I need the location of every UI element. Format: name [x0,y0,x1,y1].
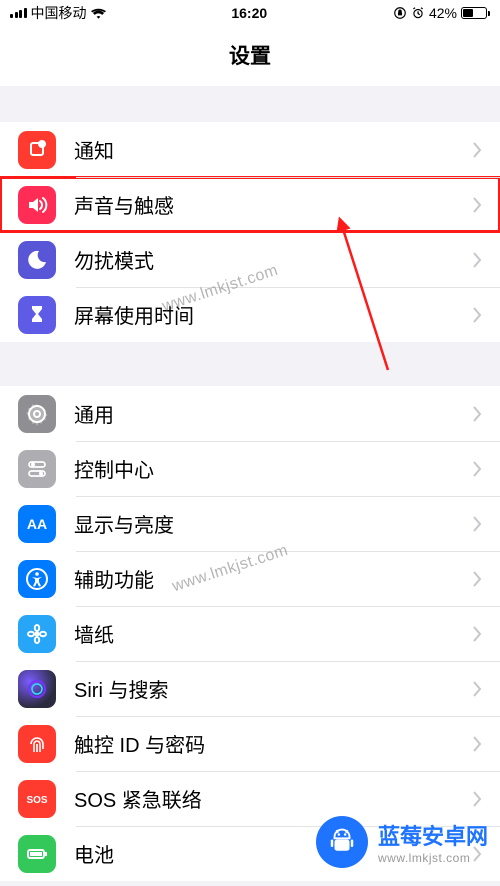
settings-row-screentime[interactable]: 屏幕使用时间 [0,287,500,342]
chevron-right-icon [472,461,482,477]
status-left: 中国移动 [10,3,106,23]
section-gap [0,86,500,122]
bell-icon [18,131,56,169]
row-label: 声音与触感 [74,190,472,219]
settings-row-accessibility[interactable]: 辅助功能 [0,551,500,606]
chevron-right-icon [472,681,482,697]
hourglass-icon [18,296,56,334]
moon-icon [18,241,56,279]
chevron-right-icon [472,516,482,532]
chevron-right-icon [472,736,482,752]
row-label: 显示与亮度 [74,509,472,538]
settings-row-wallpaper[interactable]: 墙纸 [0,606,500,661]
settings-row-dnd[interactable]: 勿扰模式 [0,232,500,287]
row-label: 触控 ID 与密码 [74,729,472,758]
chevron-right-icon [472,307,482,323]
row-label: SOS 紧急联络 [74,784,472,813]
wifi-icon [91,7,106,19]
gear-icon [18,395,56,433]
settings-row-notifications[interactable]: 通知 [0,122,500,177]
chevron-right-icon [472,406,482,422]
section-gap [0,342,500,386]
settings-row-sounds[interactable]: 声音与触感 [0,177,500,232]
battery-percent: 42% [429,5,457,21]
chevron-right-icon [472,197,482,213]
row-label: 通用 [74,399,472,428]
settings-row-siri[interactable]: Siri 与搜索 [0,661,500,716]
battery-icon [18,835,56,873]
switches-icon [18,450,56,488]
accessibility-icon [18,560,56,598]
battery-icon [461,7,490,19]
row-label: 控制中心 [74,454,472,483]
row-label: 通知 [74,135,472,164]
flower-icon [18,615,56,653]
page-title: 设置 [0,26,500,86]
site-logo-icon [316,816,368,868]
settings-row-display[interactable]: AA 显示与亮度 [0,496,500,551]
site-badge-sub: www.lmkjst.com [378,851,488,865]
chevron-right-icon [472,791,482,807]
settings-row-touchid[interactable]: 触控 ID 与密码 [0,716,500,771]
fingerprint-icon [18,725,56,763]
alarm-icon [411,6,425,20]
signal-icon [10,8,27,18]
settings-group-2: 通用 控制中心 AA 显示与亮度 辅助功能 墙纸 Siri 与搜索 [0,386,500,881]
speaker-icon [18,186,56,224]
siri-icon [18,670,56,708]
site-badge: 蓝莓安卓网 www.lmkjst.com [316,816,488,868]
status-bar: 中国移动 16:20 42% [0,0,500,26]
site-badge-title: 蓝莓安卓网 [378,819,488,851]
row-label: 屏幕使用时间 [74,300,472,329]
chevron-right-icon [472,142,482,158]
orientation-lock-icon [393,6,407,20]
row-label: Siri 与搜索 [74,674,472,703]
svg-text:AA: AA [27,516,47,532]
chevron-right-icon [472,252,482,268]
row-label: 勿扰模式 [74,245,472,274]
svg-text:SOS: SOS [26,795,47,806]
chevron-right-icon [472,571,482,587]
sos-icon: SOS [18,780,56,818]
status-time: 16:20 [231,5,267,21]
row-label: 辅助功能 [74,564,472,593]
settings-group-1: 通知 声音与触感 勿扰模式 屏幕使用时间 [0,122,500,342]
aa-icon: AA [18,505,56,543]
status-right: 42% [393,5,490,21]
settings-row-general[interactable]: 通用 [0,386,500,441]
carrier-label: 中国移动 [31,3,87,23]
settings-row-control-center[interactable]: 控制中心 [0,441,500,496]
row-label: 墙纸 [74,619,472,648]
chevron-right-icon [472,626,482,642]
